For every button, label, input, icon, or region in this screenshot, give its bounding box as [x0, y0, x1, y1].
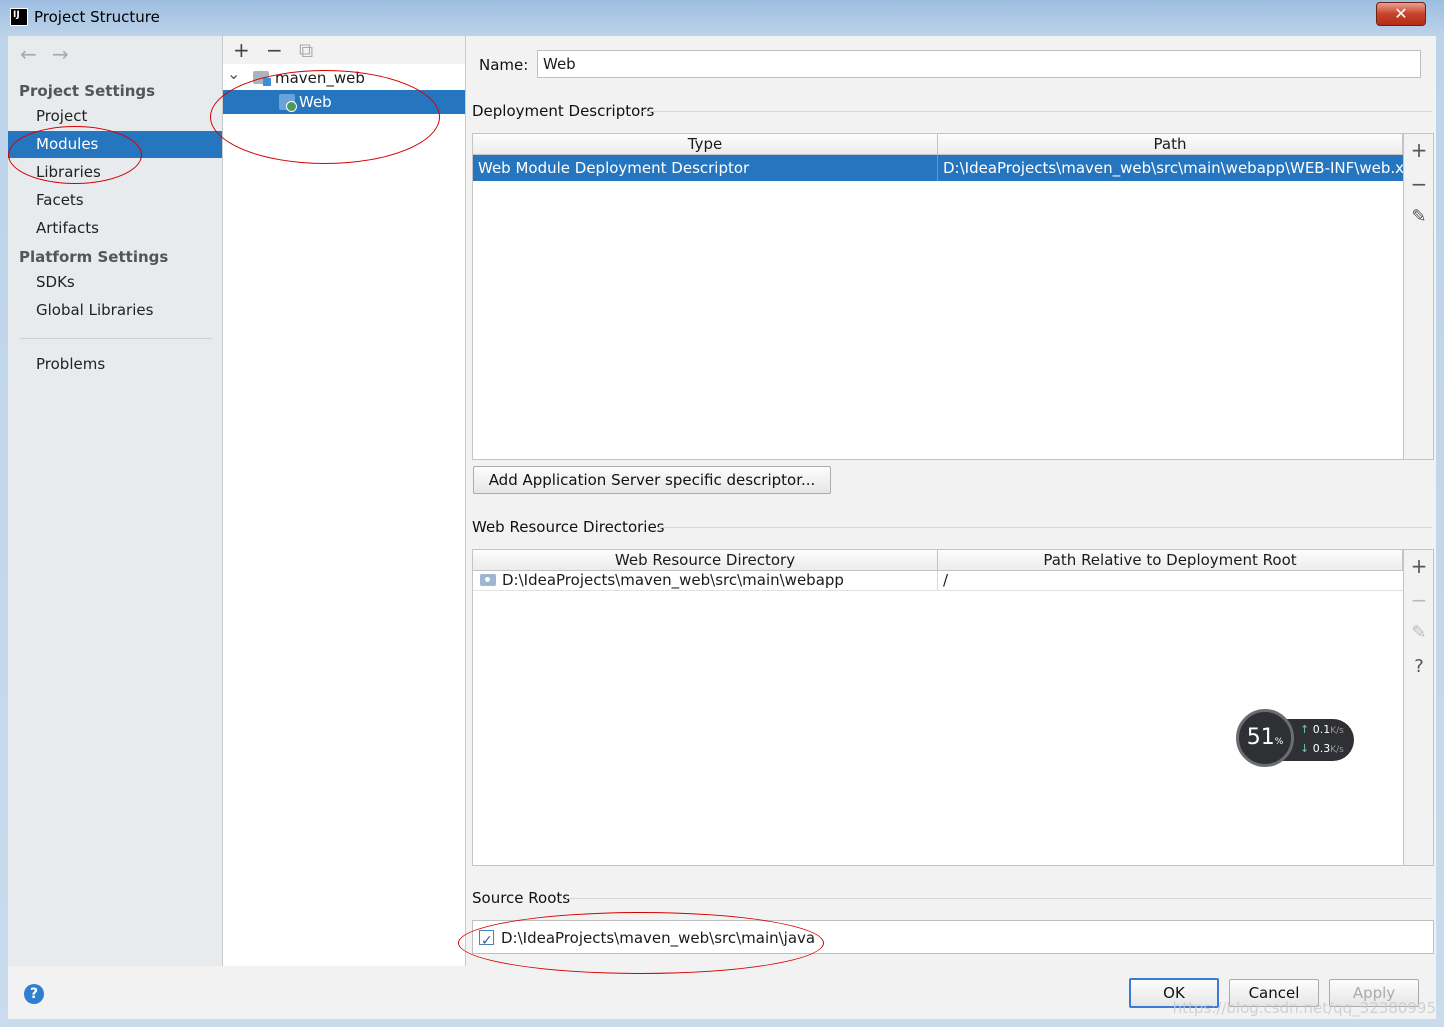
add-descriptor-icon[interactable]: + [1404, 138, 1434, 162]
close-button[interactable]: ✕ [1376, 2, 1426, 26]
network-speed-widget[interactable]: ↑ 0.1K/s ↓ 0.3K/s 51% [1236, 709, 1356, 771]
cpu-percent-unit: % [1274, 737, 1284, 747]
name-label: Name: [479, 56, 529, 74]
column-header-relative-path[interactable]: Path Relative to Deployment Root [938, 550, 1403, 570]
title-bar: Project Structure ✕ [0, 0, 1444, 36]
project-settings-heading: Project Settings [19, 82, 156, 100]
nav-item-global-libraries[interactable]: Global Libraries [8, 297, 222, 324]
source-root-path: D:\IdeaProjects\maven_web\src\main\java [501, 929, 816, 947]
download-unit: K/s [1330, 745, 1344, 755]
module-folder-icon [253, 71, 271, 86]
dialog-client: ← → Project Settings Project Modules Lib… [8, 36, 1436, 1019]
upload-speed: ↑ 0.1K/s [1300, 723, 1344, 736]
help-icon[interactable]: ? [24, 984, 44, 1004]
download-speed: ↓ 0.3K/s [1300, 742, 1344, 755]
add-web-resource-icon[interactable]: + [1404, 554, 1434, 578]
cpu-percent: 51 [1246, 725, 1275, 750]
remove-module-icon[interactable]: − [266, 38, 283, 62]
table-header: Type Path [473, 134, 1403, 155]
descriptor-path-cell: D:\IdeaProjects\maven_web\src\main\webap… [943, 159, 1403, 177]
source-root-checkbox[interactable] [479, 928, 494, 954]
web-resource-directories-table: Web Resource Directory Path Relative to … [472, 549, 1404, 866]
deployment-descriptors-table: Type Path Web Module Deployment Descript… [472, 133, 1404, 460]
nav-divider [20, 338, 212, 339]
web-facet-detail: Name: Web Deployment Descriptors Type Pa… [466, 36, 1436, 966]
descriptor-type-cell: Web Module Deployment Descriptor [473, 155, 938, 181]
name-field[interactable]: Web [537, 50, 1421, 78]
nav-item-modules[interactable]: Modules [8, 131, 222, 158]
module-tree-pane: + − ⧉ ⌄ maven_web Web [223, 36, 466, 966]
project-structure-window: Project Structure ✕ ← → Project Settings… [0, 0, 1444, 1027]
remove-descriptor-icon[interactable]: − [1404, 172, 1434, 196]
web-folder-icon [480, 574, 496, 586]
add-module-icon[interactable]: + [233, 38, 250, 62]
window-title: Project Structure [34, 8, 160, 26]
add-server-descriptor-button[interactable]: Add Application Server specific descript… [473, 466, 831, 494]
source-roots-list: D:\IdeaProjects\maven_web\src\main\java [472, 920, 1434, 954]
chevron-down-icon[interactable]: ⌄ [227, 62, 240, 86]
tree-node-label: Web [299, 93, 332, 111]
download-arrow-icon: ↓ [1300, 742, 1310, 755]
tree-node-maven-web[interactable]: ⌄ maven_web [223, 64, 465, 90]
platform-settings-heading: Platform Settings [19, 248, 169, 266]
web-facet-icon [279, 94, 297, 112]
tree-toolbar: + − ⧉ [223, 36, 465, 64]
nav-item-problems[interactable]: Problems [8, 351, 222, 378]
group-divider [658, 527, 1432, 528]
nav-item-facets[interactable]: Facets [8, 187, 222, 214]
nav-item-libraries[interactable]: Libraries [8, 159, 222, 186]
upload-arrow-icon: ↑ [1300, 723, 1310, 736]
deployment-descriptors-heading: Deployment Descriptors [472, 102, 655, 120]
edit-web-resource-icon[interactable]: ✎ [1404, 622, 1434, 643]
web-resource-directory-cell: D:\IdeaProjects\maven_web\src\main\webap… [497, 571, 938, 590]
group-divider [642, 111, 1432, 112]
nav-item-artifacts[interactable]: Artifacts [8, 215, 222, 242]
column-header-path[interactable]: Path [938, 134, 1403, 154]
copy-module-icon[interactable]: ⧉ [299, 38, 313, 62]
web-resource-side-toolbar: + − ✎ ? [1404, 549, 1434, 866]
table-header: Web Resource Directory Path Relative to … [473, 550, 1403, 571]
nav-item-sdks[interactable]: SDKs [8, 269, 222, 296]
group-divider [566, 898, 1432, 899]
remove-web-resource-icon[interactable]: − [1404, 588, 1434, 612]
back-arrow-icon[interactable]: ← [20, 42, 37, 66]
upload-value: 0.1 [1312, 723, 1331, 736]
cpu-usage-gauge: 51% [1236, 709, 1294, 767]
relative-path-cell: / [943, 571, 949, 589]
table-row[interactable]: Web Module Deployment Descriptor D:\Idea… [473, 155, 1403, 181]
tree-node-label: maven_web [275, 69, 365, 87]
watermark-text: https://blog.csdn.net/qq_32380995 [1172, 999, 1436, 1017]
upload-unit: K/s [1330, 726, 1344, 736]
tree-node-web[interactable]: Web [223, 90, 465, 114]
settings-nav: ← → Project Settings Project Modules Lib… [8, 36, 223, 966]
forward-arrow-icon[interactable]: → [52, 42, 69, 66]
table-row[interactable]: D:\IdeaProjects\maven_web\src\main\webap… [473, 571, 1403, 591]
help-question-icon[interactable]: ? [1404, 656, 1434, 677]
column-header-web-resource-directory[interactable]: Web Resource Directory [473, 550, 938, 570]
edit-descriptor-icon[interactable]: ✎ [1404, 206, 1434, 227]
download-value: 0.3 [1312, 742, 1331, 755]
source-roots-heading: Source Roots [472, 889, 571, 907]
deployment-side-toolbar: + − ✎ [1404, 133, 1434, 460]
nav-item-project[interactable]: Project [8, 103, 222, 130]
column-header-type[interactable]: Type [473, 134, 938, 154]
intellij-app-icon [10, 8, 28, 26]
web-resource-directories-heading: Web Resource Directories [472, 518, 665, 536]
